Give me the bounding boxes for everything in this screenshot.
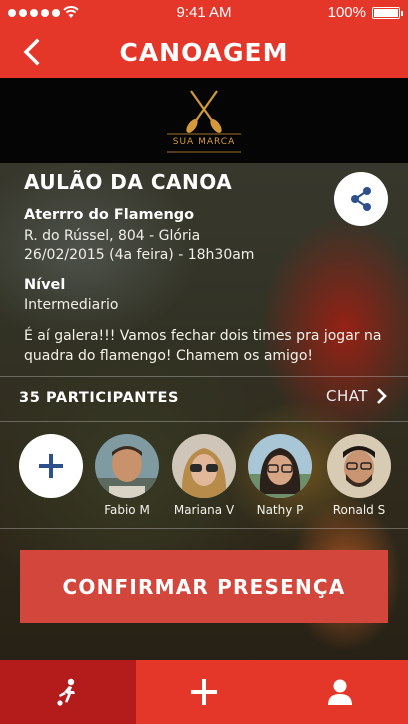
soccer-player-icon <box>57 678 75 706</box>
chat-link[interactable]: CHAT <box>326 387 388 405</box>
brand-banner: SUA MARCA <box>0 78 408 163</box>
status-bar: 9:41 AM 100% <box>0 0 408 26</box>
divider <box>0 421 408 422</box>
user-icon <box>328 679 352 705</box>
avatar[interactable] <box>327 434 391 498</box>
battery-percent: 100% <box>327 4 366 21</box>
event-description: É aí galera!!! Vamos fechar dois times p… <box>24 328 382 364</box>
chat-label: CHAT <box>325 387 368 405</box>
participant-item[interactable]: Nathy P <box>243 434 317 517</box>
event-place-name: Aterrro do Flamengo <box>24 207 195 223</box>
tab-sports[interactable] <box>0 660 136 724</box>
event-title: AULÃO DA CANOA <box>24 170 233 194</box>
share-icon <box>351 187 371 211</box>
participant-name: Mariana V <box>173 503 235 517</box>
level-label: Nível <box>24 277 66 293</box>
brand-logo: SUA MARCA <box>163 88 245 156</box>
page-title: CANOAGEM <box>119 38 289 67</box>
plus-icon <box>191 679 217 705</box>
tab-bar <box>0 660 408 724</box>
crossed-paddles-icon <box>167 90 241 135</box>
level-value: Intermediario <box>24 297 119 313</box>
avatar[interactable] <box>248 434 312 498</box>
participant-item[interactable]: Fabio M <box>90 434 164 517</box>
chevron-right-icon <box>377 388 387 404</box>
tab-profile[interactable] <box>272 660 408 724</box>
battery-icon <box>372 7 403 19</box>
divider <box>0 528 408 529</box>
confirm-attendance-button[interactable]: CONFIRMAR PRESENÇA <box>20 550 388 623</box>
participant-item[interactable]: Mariana V <box>167 434 241 517</box>
avatar[interactable] <box>95 434 159 498</box>
participants-count: 35 PARTICIPANTES <box>19 390 180 406</box>
plus-icon <box>39 454 63 478</box>
brand-name: SUA MARCA <box>172 137 236 147</box>
participant-name: Nathy P <box>256 503 304 517</box>
tab-create[interactable] <box>136 660 272 724</box>
divider <box>0 376 408 377</box>
participant-name: Ronald S <box>332 503 386 517</box>
navigation-bar: CANOAGEM <box>0 26 408 78</box>
participant-item[interactable]: Ronald S <box>322 434 396 517</box>
share-button[interactable] <box>334 172 388 226</box>
brand-underline <box>167 151 241 153</box>
add-participant-button[interactable] <box>19 434 83 498</box>
avatar[interactable] <box>172 434 236 498</box>
event-address: R. do Rússel, 804 - Glória <box>24 228 201 244</box>
event-datetime: 26/02/2015 (4a feira) - 18h30am <box>24 247 255 263</box>
participant-name: Fabio M <box>104 503 150 517</box>
